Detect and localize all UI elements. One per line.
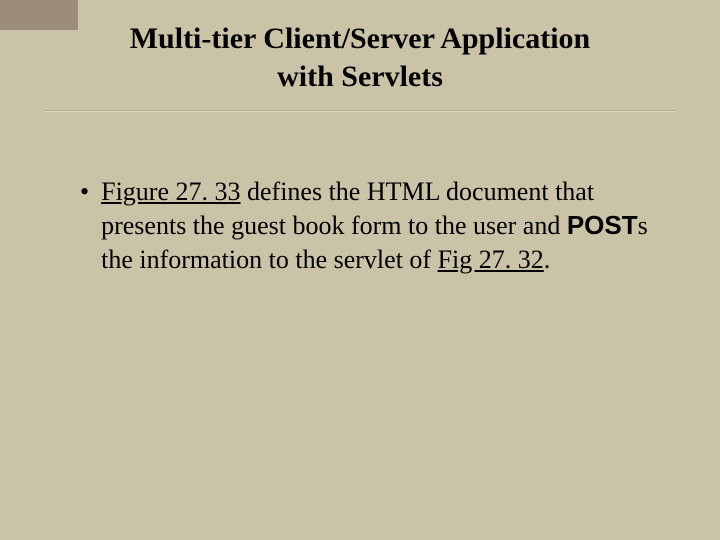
bullet-marker: • [80,175,89,209]
slide: Multi-tier Client/Server Application wit… [0,0,720,540]
bullet-item: • Figure 27. 33 defines the HTML documen… [80,175,660,276]
figure-link-27-33[interactable]: Figure 27. 33 [101,177,240,206]
slide-title: Multi-tier Client/Server Application wit… [0,20,720,95]
title-line-2: with Servlets [277,60,443,93]
content-area: • Figure 27. 33 defines the HTML documen… [80,175,660,276]
divider [46,110,674,112]
post-keyword: POST [567,210,638,240]
bullet-text-3: . [544,245,551,274]
figure-link-27-32[interactable]: Fig 27. 32 [438,245,544,274]
title-line-1: Multi-tier Client/Server Application [130,22,591,55]
bullet-text: Figure 27. 33 defines the HTML document … [101,175,660,276]
title-block: Multi-tier Client/Server Application wit… [0,20,720,95]
